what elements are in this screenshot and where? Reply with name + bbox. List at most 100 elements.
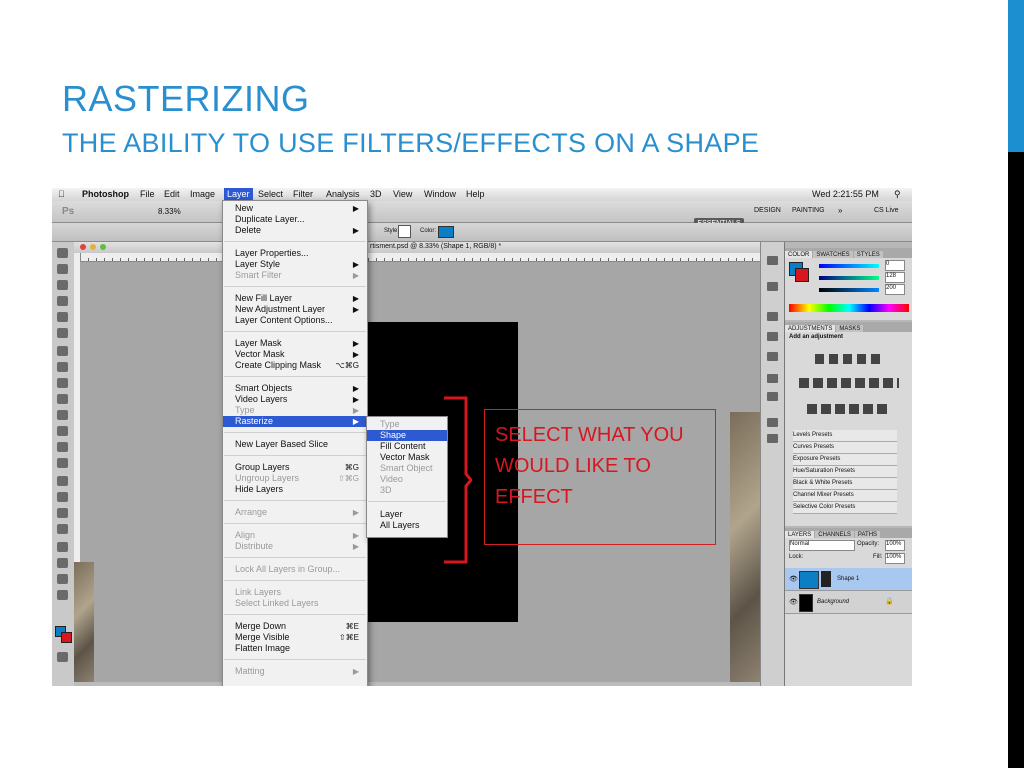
preset-channel-mixer[interactable]: Channel Mixer Presets: [793, 490, 897, 502]
menu-item-smart-filter[interactable]: Smart Filter ▶: [223, 270, 367, 281]
fill-input[interactable]: 100%: [885, 553, 905, 564]
menu-item-new[interactable]: New ▶: [223, 203, 367, 214]
submenu-item-layer[interactable]: Layer: [367, 509, 447, 520]
color-swatch[interactable]: [438, 226, 454, 238]
layer-name[interactable]: Background: [817, 599, 849, 605]
menu-image[interactable]: Image: [190, 189, 215, 199]
menu-3d[interactable]: 3D: [370, 189, 382, 199]
submenu-item-type[interactable]: Type: [367, 419, 447, 430]
menu-item-hide-layers[interactable]: Hide Layers: [223, 484, 367, 495]
menu-item-video-layers[interactable]: Video Layers ▶: [223, 394, 367, 405]
stamp-tool-icon[interactable]: [57, 378, 68, 388]
menu-item-select-linked-layers[interactable]: Select Linked Layers: [223, 598, 367, 609]
preset-levels[interactable]: Levels Presets: [793, 430, 897, 442]
style-swatch[interactable]: [398, 225, 411, 238]
notes-icon[interactable]: [767, 418, 778, 427]
preset-selective-color[interactable]: Selective Color Presets: [793, 502, 897, 514]
g-slider[interactable]: [819, 276, 879, 280]
menu-item-create-clipping-mask[interactable]: Create Clipping Mask ⌥⌘G: [223, 360, 367, 371]
eyedropper-tool-icon[interactable]: [57, 328, 68, 338]
color-spectrum[interactable]: [789, 304, 909, 312]
preset-black-white[interactable]: Black & White Presets: [793, 478, 897, 490]
submenu-item-video[interactable]: Video: [367, 474, 447, 485]
3d-rotate-tool-icon[interactable]: [57, 542, 68, 552]
menu-analysis[interactable]: Analysis: [326, 189, 360, 199]
history-icon[interactable]: [767, 352, 778, 361]
submenu-item-shape[interactable]: Shape: [367, 430, 447, 441]
close-window-icon[interactable]: [80, 244, 86, 250]
brush-tool-icon[interactable]: [57, 362, 68, 372]
g-value[interactable]: 128: [885, 272, 905, 283]
brushes-icon[interactable]: [767, 312, 778, 321]
info-icon[interactable]: [767, 282, 778, 291]
menu-item-distribute[interactable]: Distribute ▶: [223, 541, 367, 552]
submenu-item-smart-object[interactable]: Smart Object: [367, 463, 447, 474]
minimize-window-icon[interactable]: [90, 244, 96, 250]
menu-item-delete[interactable]: Delete ▶: [223, 225, 367, 236]
eraser-tool-icon[interactable]: [57, 410, 68, 420]
preset-hue-saturation[interactable]: Hue/Saturation Presets: [793, 466, 897, 478]
menu-photoshop[interactable]: Photoshop: [82, 189, 129, 199]
menu-select[interactable]: Select: [258, 189, 283, 199]
path-select-tool-icon[interactable]: [57, 508, 68, 518]
zoom-window-icon[interactable]: [100, 244, 106, 250]
character-icon[interactable]: [767, 374, 778, 383]
menu-item-type[interactable]: Type ▶: [223, 405, 367, 416]
paragraph-icon[interactable]: [767, 392, 778, 401]
blend-mode-select[interactable]: Normal: [789, 540, 855, 551]
clone-source-icon[interactable]: [767, 332, 778, 341]
layer-comps-icon[interactable]: [767, 434, 778, 443]
zoom-level[interactable]: 8.33%: [158, 207, 181, 216]
visibility-eye-icon[interactable]: 👁: [789, 598, 798, 606]
menu-item-new-layer-based-slice[interactable]: New Layer Based Slice: [223, 439, 367, 450]
crop-tool-icon[interactable]: [57, 312, 68, 322]
background-color-swatch[interactable]: [61, 632, 72, 643]
quick-mask-icon[interactable]: [57, 652, 68, 662]
submenu-item-3d[interactable]: 3D: [367, 485, 447, 496]
menu-item-layer-content-options[interactable]: Layer Content Options...: [223, 315, 367, 326]
lasso-tool-icon[interactable]: [57, 280, 68, 290]
menu-help[interactable]: Help: [466, 189, 485, 199]
menu-item-new-adjustment-layer[interactable]: New Adjustment Layer ▶: [223, 304, 367, 315]
menu-item-arrange[interactable]: Arrange ▶: [223, 507, 367, 518]
preset-exposure[interactable]: Exposure Presets: [793, 454, 897, 466]
shape-tool-icon[interactable]: [57, 524, 68, 534]
menu-file[interactable]: File: [140, 189, 155, 199]
layer-row-shape-1[interactable]: 👁 Shape 1: [785, 568, 912, 591]
menu-filter[interactable]: Filter: [293, 189, 313, 199]
menu-item-smart-objects[interactable]: Smart Objects ▶: [223, 383, 367, 394]
visibility-eye-icon[interactable]: 👁: [789, 575, 798, 583]
submenu-item-fill-content[interactable]: Fill Content: [367, 441, 447, 452]
menu-item-group-layers[interactable]: Group Layers ⌘G: [223, 462, 367, 473]
more-workspaces-button[interactable]: »: [838, 206, 842, 215]
menu-item-ungroup-layers[interactable]: Ungroup Layers ⇧⌘G: [223, 473, 367, 484]
history-brush-tool-icon[interactable]: [57, 394, 68, 404]
spotlight-icon[interactable]: ⚲: [894, 189, 901, 200]
menu-item-duplicate-layer[interactable]: Duplicate Layer...: [223, 214, 367, 225]
submenu-item-all-layers[interactable]: All Layers: [367, 520, 447, 531]
blur-tool-icon[interactable]: [57, 442, 68, 452]
menu-item-layer-properties[interactable]: Layer Properties...: [223, 248, 367, 259]
3d-camera-tool-icon[interactable]: [57, 558, 68, 568]
submenu-item-vector-mask[interactable]: Vector Mask: [367, 452, 447, 463]
cs-live-button[interactable]: CS Live: [874, 207, 899, 214]
preset-curves[interactable]: Curves Presets: [793, 442, 897, 454]
adjustment-icons-row-3[interactable]: [807, 404, 891, 414]
color-panel-background[interactable]: [795, 268, 809, 282]
apple-icon[interactable]: : [58, 189, 65, 199]
menu-item-vector-mask[interactable]: Vector Mask ▶: [223, 349, 367, 360]
move-tool-icon[interactable]: [57, 248, 68, 258]
layer-name[interactable]: Shape 1: [837, 576, 859, 582]
menu-item-link-layers[interactable]: Link Layers: [223, 587, 367, 598]
layer-row-background[interactable]: 👁 Background 🔒: [785, 591, 912, 614]
r-slider[interactable]: [819, 264, 879, 268]
menu-item-new-fill-layer[interactable]: New Fill Layer ▶: [223, 293, 367, 304]
pen-tool-icon[interactable]: [57, 476, 68, 486]
opacity-input[interactable]: 100%: [885, 540, 905, 551]
menu-item-lock-all-layers[interactable]: Lock All Layers in Group...: [223, 564, 367, 575]
quick-select-tool-icon[interactable]: [57, 296, 68, 306]
document-tab-title[interactable]: rtisment.psd @ 8.33% (Shape 1, RGB/8) *: [370, 243, 501, 250]
workspace-painting-button[interactable]: PAINTING: [792, 207, 825, 214]
menu-item-merge-down[interactable]: Merge Down ⌘E: [223, 621, 367, 632]
marquee-tool-icon[interactable]: [57, 264, 68, 274]
